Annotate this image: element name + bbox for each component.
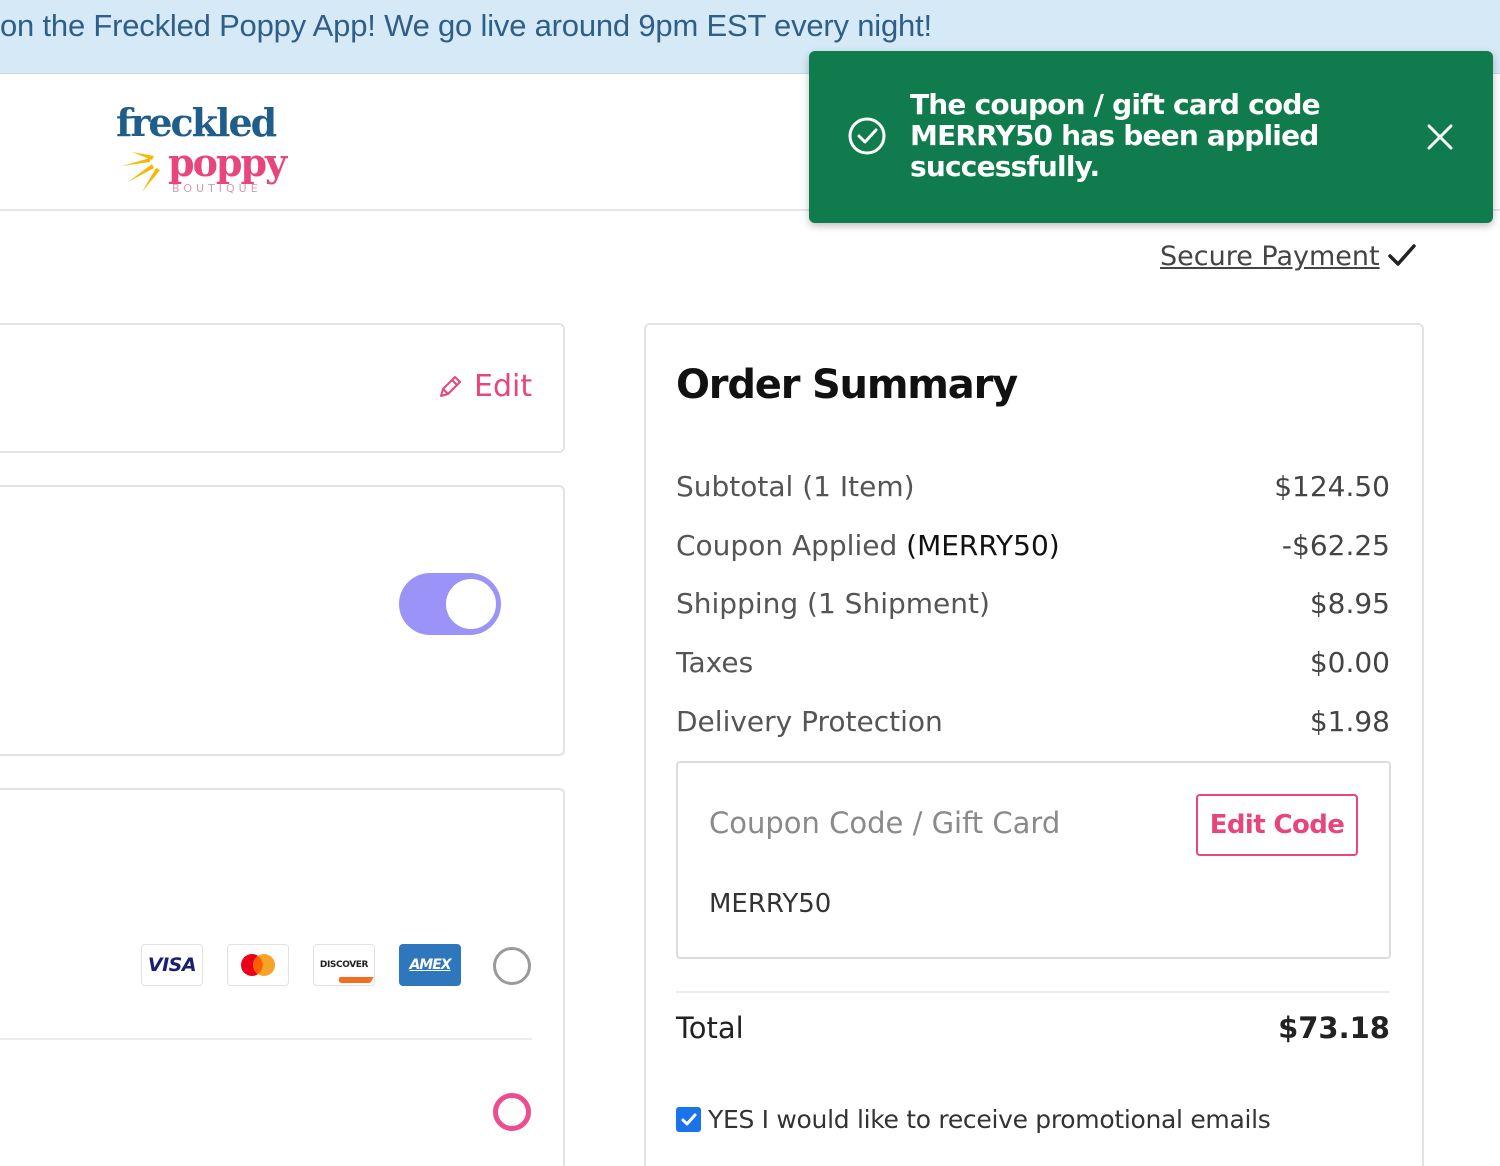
coupon-success-toast: The coupon / gift card code MERRY50 has … (809, 51, 1493, 223)
amex-icon: AMEX (399, 944, 461, 986)
sunburst-logo-mark (122, 152, 160, 192)
payment-icons: VISA DISCOVER AMEX (141, 944, 461, 986)
row-value: $0.00 (1309, 646, 1390, 679)
summary-row-subtotal: Subtotal (1 Item) $124.50 (676, 470, 1390, 503)
promo-email-option[interactable]: YES I would like to receive promotional … (676, 1105, 1271, 1134)
row-label: Coupon Applied (676, 529, 907, 562)
total-value: $73.18 (1278, 1011, 1390, 1045)
check-circle-icon (848, 117, 886, 155)
freckled-poppy-logo[interactable]: freckled poppy BOUTIQUE (110, 96, 310, 196)
banner-text: on the Freckled Poppy App! We go live ar… (0, 8, 932, 43)
summary-row-coupon: Coupon Applied (MERRY50) -$62.25 (676, 529, 1390, 562)
divider (0, 1038, 532, 1040)
mastercard-icon (227, 944, 289, 986)
row-label-wrap: Coupon Applied (MERRY50) (676, 529, 1060, 562)
row-label: Delivery Protection (676, 705, 943, 738)
edit-link[interactable]: Edit (436, 369, 532, 404)
toggle-switch[interactable] (399, 573, 501, 635)
row-value: $124.50 (1274, 470, 1390, 503)
close-icon[interactable] (1420, 117, 1460, 157)
logo-line1: freckled (116, 100, 277, 145)
toggle-knob (446, 579, 496, 629)
svg-text:freckled: freckled (116, 100, 277, 145)
total-label: Total (676, 1011, 744, 1045)
row-label: Taxes (676, 646, 754, 679)
promo-email-label: YES I would like to receive promotional … (708, 1105, 1271, 1134)
checkmark-icon (1387, 243, 1416, 266)
edit-label: Edit (474, 369, 533, 404)
logo-tagline: BOUTIQUE (172, 182, 262, 195)
pencil-icon (440, 375, 461, 397)
logo-line2: poppy (168, 140, 288, 185)
row-value: -$62.25 (1281, 529, 1390, 562)
coupon-code-box (676, 761, 1391, 959)
summary-row-taxes: Taxes $0.00 (676, 646, 1390, 679)
row-label: Shipping (1 Shipment) (676, 587, 990, 620)
secure-payment-label: Secure Payment (1160, 241, 1380, 272)
payment-radio-alternate[interactable] (493, 1093, 531, 1131)
amex-label: AMEX (409, 957, 451, 973)
summary-total-row: Total $73.18 (676, 1011, 1390, 1045)
discover-label: DISCOVER (319, 960, 369, 970)
coupon-code-tag: (MERRY50) (906, 529, 1060, 562)
secure-payment-link[interactable]: Secure Payment (1160, 241, 1418, 272)
visa-label: VISA (147, 954, 197, 976)
row-value: $8.95 (1309, 587, 1390, 620)
edit-code-button[interactable]: Edit Code (1196, 794, 1358, 856)
divider (676, 991, 1390, 993)
visa-icon: VISA (141, 944, 203, 986)
summary-row-shipping: Shipping (1 Shipment) $8.95 (676, 587, 1390, 620)
payment-radio-card[interactable] (493, 947, 531, 985)
row-label: Subtotal (1 Item) (676, 470, 915, 503)
coupon-code-label: Coupon Code / Gift Card (709, 806, 1061, 840)
applied-coupon-value: MERRY50 (709, 889, 832, 919)
order-summary-title: Order Summary (676, 362, 1018, 408)
row-value: $1.98 (1309, 705, 1390, 738)
toast-message: The coupon / gift card code MERRY50 has … (910, 88, 1321, 183)
discover-icon: DISCOVER (313, 944, 375, 986)
summary-row-delivery-protection: Delivery Protection $1.98 (676, 705, 1390, 738)
checkbox-check-icon (681, 1113, 696, 1125)
promo-email-checkbox[interactable] (676, 1107, 701, 1132)
